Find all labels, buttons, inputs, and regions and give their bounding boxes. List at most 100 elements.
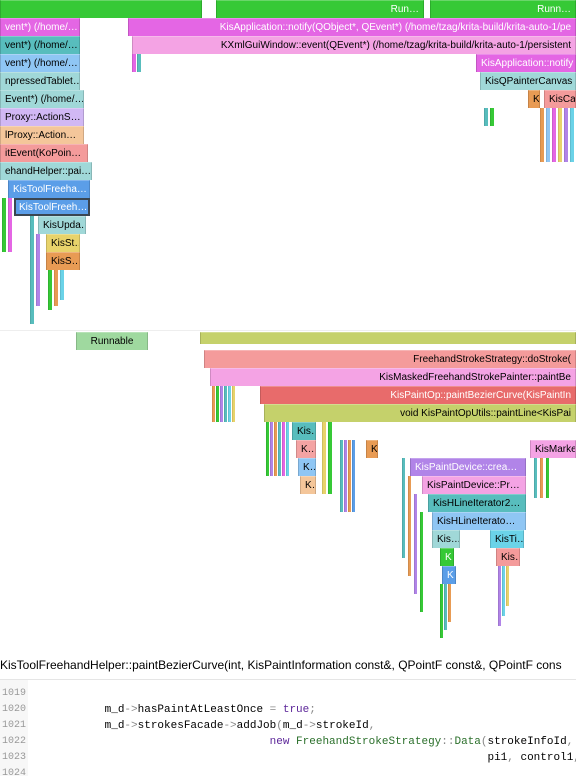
frame-paintdevice-crea[interactable]: KisPaintDevice::crea… [410, 458, 526, 476]
frame-k7a[interactable]: K… [300, 476, 316, 494]
frame-sliver[interactable] [502, 566, 505, 616]
thread-runnable-2[interactable]: Runnable [76, 332, 148, 350]
frame-kxml-l[interactable]: vent*) (/home/… [0, 36, 80, 54]
frame-appnotify-l[interactable]: vent*) (/home/… [0, 18, 80, 36]
frame-sliver[interactable] [54, 270, 58, 306]
frame-sliver[interactable] [570, 108, 574, 162]
frame-sliver[interactable] [274, 422, 277, 476]
frame-sliver[interactable] [484, 108, 488, 126]
frame-proxy6[interactable]: lProxy::Action… [0, 126, 84, 144]
frame-tablet-l[interactable]: npressedTablet… [0, 72, 80, 90]
frame-qpainter[interactable]: KisQPainterCanvas [480, 72, 576, 90]
frame-event-l[interactable]: vent*) (/home/… [0, 54, 80, 72]
frame-kxml-r[interactable]: KXmlGuiWindow::event(QEvent*) (/home/tza… [132, 36, 576, 54]
runnable-label: Runn… [537, 4, 571, 15]
frame-sliver[interactable] [534, 458, 537, 498]
frame-freehandstroke[interactable]: FreehandStrokeStrategy::doStroke( [204, 350, 576, 368]
code-line: new FreehandStrokeStrategy::Data(strokeI… [32, 734, 576, 750]
line-number: 1023 [0, 750, 28, 766]
frame-sliver[interactable] [348, 440, 351, 512]
frame-sliver[interactable] [36, 234, 40, 306]
frame-hlineiter2[interactable]: KisHLineIterator2… [428, 494, 526, 512]
frame-sliver[interactable] [344, 440, 347, 512]
frame-kopoin[interactable]: itEvent(KoPoin… [0, 144, 88, 162]
frame-sliver[interactable] [216, 386, 219, 422]
frame-sliver[interactable] [564, 108, 568, 162]
frame-appnotify-r[interactable]: KisApplication::notify(QObject*, QEvent*… [128, 18, 576, 36]
frame-sliver[interactable] [414, 494, 417, 594]
frame-sliver[interactable] [224, 386, 227, 422]
frame-sliver[interactable] [498, 566, 501, 626]
thread-runnable-b[interactable]: Run… [216, 0, 424, 18]
frame-k6a[interactable]: K… [298, 458, 316, 476]
frame-k5a[interactable]: K… [296, 440, 316, 458]
thread-runnable-2b[interactable] [200, 332, 576, 344]
frame-sliver[interactable] [60, 270, 64, 300]
frame-sliver[interactable] [552, 108, 556, 162]
frame-sliver[interactable] [328, 422, 332, 494]
frame-sliver[interactable] [2, 198, 6, 252]
frame-kisst[interactable]: KisSt… [46, 234, 80, 252]
runnable-label: Run… [391, 4, 419, 15]
frame-k5b[interactable]: K [366, 440, 378, 458]
frame-sliver[interactable] [212, 386, 215, 422]
frame-sliver[interactable] [228, 386, 231, 422]
frame-sliver[interactable] [270, 422, 273, 476]
frame-k12a[interactable]: K [442, 566, 456, 584]
frame-sliver[interactable] [48, 270, 52, 310]
frame-sliver[interactable] [340, 440, 343, 512]
frame-sliver[interactable] [448, 584, 451, 622]
frame-kis10a[interactable]: Kis… [432, 530, 460, 548]
frame-sliver[interactable] [420, 512, 423, 612]
frame-k11a[interactable]: K [440, 548, 454, 566]
frame-sliver[interactable] [266, 422, 269, 476]
frame-sliver[interactable] [286, 422, 289, 476]
frame-kistoolfreehand1[interactable]: KisToolFreeha… [8, 180, 90, 198]
frame-sliver[interactable] [220, 386, 223, 422]
frame-sliver[interactable] [546, 458, 549, 498]
code-content[interactable]: m_d->hasPaintAtLeastOnce = true; m_d->st… [28, 680, 576, 776]
frame-sliver[interactable] [137, 54, 141, 72]
frame-kis11b[interactable]: Kis… [496, 548, 520, 566]
frame-sliver[interactable] [440, 584, 443, 638]
thread-runnable-c[interactable]: Runn… [430, 0, 576, 18]
frame-kisupda[interactable]: KisUpda… [38, 216, 86, 234]
code-line [32, 766, 576, 776]
frame-sliver[interactable] [278, 422, 281, 476]
frame-sliver[interactable] [322, 422, 326, 494]
frame-k[interactable]: K [528, 90, 540, 108]
frame-sliver[interactable] [506, 566, 509, 606]
frame-event4-l[interactable]: Event*) (/home/… [0, 90, 84, 108]
frame-sliver[interactable] [546, 108, 550, 162]
frame-sliver[interactable] [232, 386, 235, 422]
frame-ehandhelper[interactable]: ehandHelper::pai… [0, 162, 92, 180]
frame-kis4[interactable]: Kis… [292, 422, 316, 440]
frame-sliver[interactable] [490, 108, 494, 126]
line-number: 1019 [0, 686, 28, 702]
frame-sliver[interactable] [408, 476, 411, 576]
frame-proxy5[interactable]: Proxy::ActionS… [0, 108, 84, 126]
frame-paintop[interactable]: KisPaintOp::paintBezierCurve(KisPaintIn [260, 386, 576, 404]
thread-runnable-a[interactable] [0, 0, 202, 18]
frame-sliver[interactable] [558, 108, 562, 162]
code-gutter: 101910201021102210231024 [0, 680, 28, 776]
frame-paintoputils[interactable]: void KisPaintOpUtils::paintLine<KisPai [264, 404, 576, 422]
frame-paintdevice-pr[interactable]: KisPaintDevice::Pr… [422, 476, 526, 494]
frame-kisti[interactable]: KisTi… [490, 530, 524, 548]
frame-sliver[interactable] [540, 108, 544, 162]
frame-sliver[interactable] [132, 54, 136, 72]
frame-sliver[interactable] [402, 458, 405, 558]
frame-kistoolfreehand-selected[interactable]: KisToolFreeh… [14, 198, 90, 216]
frame-kisca[interactable]: KisCa [544, 90, 576, 108]
frame-sliver[interactable] [352, 440, 355, 512]
frame-sliver[interactable] [444, 584, 447, 630]
frame-sliver[interactable] [282, 422, 285, 476]
frame-kiss[interactable]: KisS… [46, 252, 80, 270]
frame-appnotify2[interactable]: KisApplication::notify [476, 54, 576, 72]
frame-hlineiterato[interactable]: KisHLineIterato… [432, 512, 526, 530]
frame-sliver[interactable] [30, 216, 34, 324]
frame-sliver[interactable] [540, 458, 543, 498]
frame-maskedpainter[interactable]: KisMaskedFreehandStrokePainter::paintBe [210, 368, 576, 386]
frame-sliver[interactable] [8, 198, 12, 252]
frame-kismarke[interactable]: KisMarke [530, 440, 576, 458]
